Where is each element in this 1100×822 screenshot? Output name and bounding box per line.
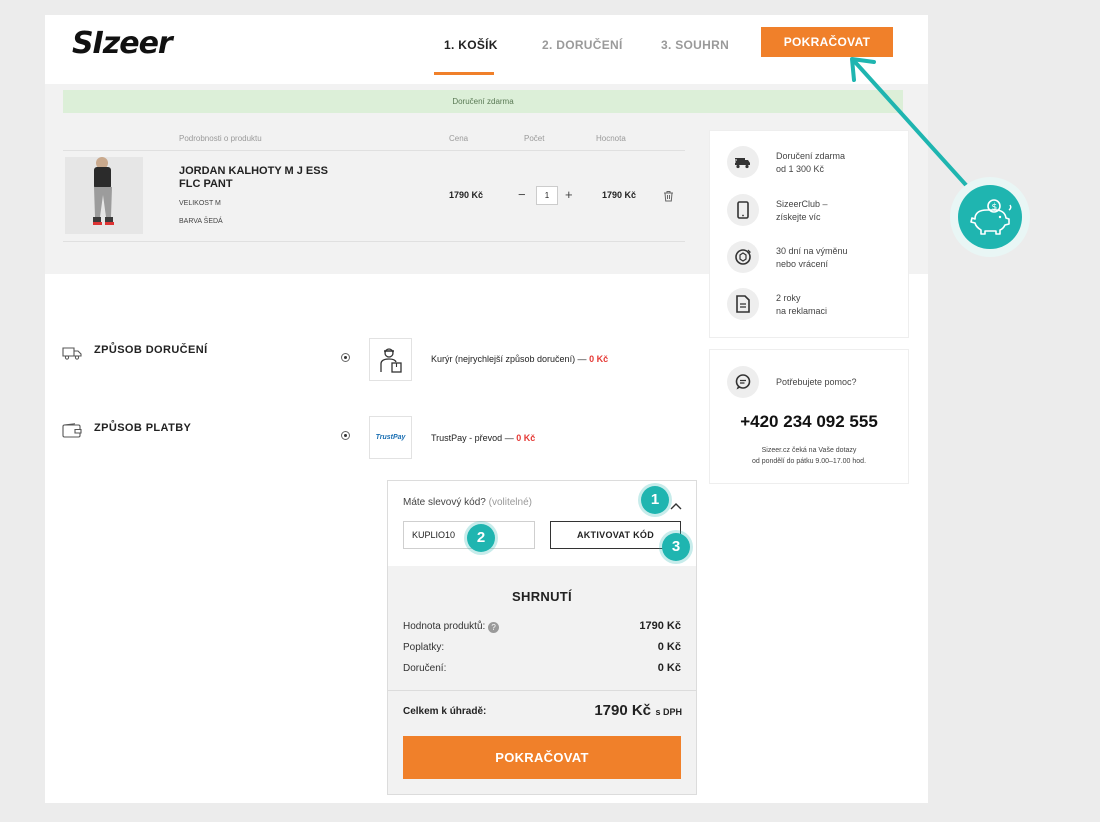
product-name[interactable]: JORDAN KALHOTY M J ESS FLC PANT	[179, 165, 349, 191]
phone-icon	[727, 194, 759, 226]
total-label: Celkem k úhradě:	[403, 706, 487, 717]
column-header-count: Počet	[524, 134, 545, 143]
benefit-text: Doručení zdarma od 1 300 Kč	[776, 151, 846, 174]
column-header-value: Hocnota	[596, 134, 626, 143]
total-amount: 1790 Kč s DPH	[594, 702, 682, 719]
document-icon	[727, 288, 759, 320]
discount-label: Máte slevový kód? (volitelné)	[403, 497, 532, 508]
sizeer-logo[interactable]: SIzeer	[72, 26, 173, 61]
step-summary[interactable]: 3. SOUHRN	[661, 38, 729, 52]
summary-row-value: 0 Kč	[657, 641, 681, 653]
trash-icon[interactable]	[663, 189, 674, 207]
wallet-icon	[62, 423, 82, 443]
step-delivery[interactable]: 2. DORUČENÍ	[542, 38, 623, 52]
active-step-indicator	[434, 72, 494, 75]
delivery-radio[interactable]	[341, 353, 350, 362]
benefit-text: 2 roky na reklamaci	[776, 293, 828, 316]
benefit-text: 30 dní na výměnu nebo vrácení	[776, 246, 848, 269]
chevron-up-icon[interactable]	[670, 497, 682, 515]
delivery-option[interactable]: Kurýr (nejrychlejší způsob doručení) — 0…	[431, 354, 608, 364]
piggy-bank-icon: $	[958, 185, 1022, 249]
info-icon[interactable]: ?	[488, 622, 500, 633]
step-badge: 1	[641, 486, 669, 514]
truck-icon	[727, 146, 759, 178]
divider	[388, 690, 696, 691]
help-note-1: Sizeer.cz čeká na Vaše dotazy	[761, 447, 857, 454]
step-cart[interactable]: 1. KOŠÍK	[444, 38, 498, 52]
step-badge: 2	[467, 524, 495, 552]
help-question: Potřebujete pomoc?	[776, 377, 857, 387]
payment-radio[interactable]	[341, 431, 350, 440]
summary-title: SHRNUTÍ	[512, 589, 572, 604]
summary-row-value: 1790 Kč	[639, 620, 681, 632]
payment-price: 0 Kč	[516, 433, 536, 443]
benefit-text: SizeerClub – získejte víc	[776, 199, 828, 222]
product-color: BARVA ŠEDÁ	[179, 218, 223, 225]
payment-option[interactable]: TrustPay - převod — 0 Kč	[431, 433, 535, 443]
delivery-price: 0 Kč	[589, 354, 609, 364]
trustpay-logo: TrustPay	[369, 416, 412, 459]
product-thumbnail[interactable]	[65, 157, 143, 234]
payment-method-title: ZPŮSOB PLATBY	[94, 422, 192, 434]
summary-row-label: Poplatky:	[403, 642, 445, 653]
help-note-2: od pondělí do pátku 9.00–17.00 hod.	[751, 458, 867, 465]
summary-row-label: Doručení:	[403, 663, 447, 674]
courier-icon	[369, 338, 412, 381]
step-badge: 3	[662, 533, 690, 561]
column-header-details: Podrobnosti o produktu	[179, 134, 262, 143]
quantity-decrease-button[interactable]: −	[518, 187, 526, 202]
return-icon	[727, 241, 759, 273]
product-price: 1790 Kč	[449, 190, 484, 200]
summary-row-value: 0 Kč	[657, 662, 681, 674]
free-delivery-banner: Doručení zdarma	[63, 90, 903, 113]
delivery-method-title: ZPŮSOB DORUČENÍ	[94, 344, 208, 356]
quantity-increase-button[interactable]: +	[565, 187, 573, 202]
column-header-price: Cena	[449, 134, 469, 143]
product-size: VELIKOST M	[179, 200, 221, 207]
divider	[63, 241, 685, 242]
product-total: 1790 Kč	[602, 190, 637, 200]
quantity-input[interactable]: 1	[536, 186, 558, 205]
summary-row-label: Hodnota produktů: ?	[403, 621, 500, 633]
summary-continue-button[interactable]: POKRAČOVAT	[403, 736, 681, 779]
help-phone[interactable]: +420 234 092 555	[709, 412, 909, 432]
chat-icon	[727, 366, 759, 398]
svg-text:$: $	[992, 203, 998, 213]
van-icon	[62, 346, 82, 365]
divider	[63, 150, 685, 151]
